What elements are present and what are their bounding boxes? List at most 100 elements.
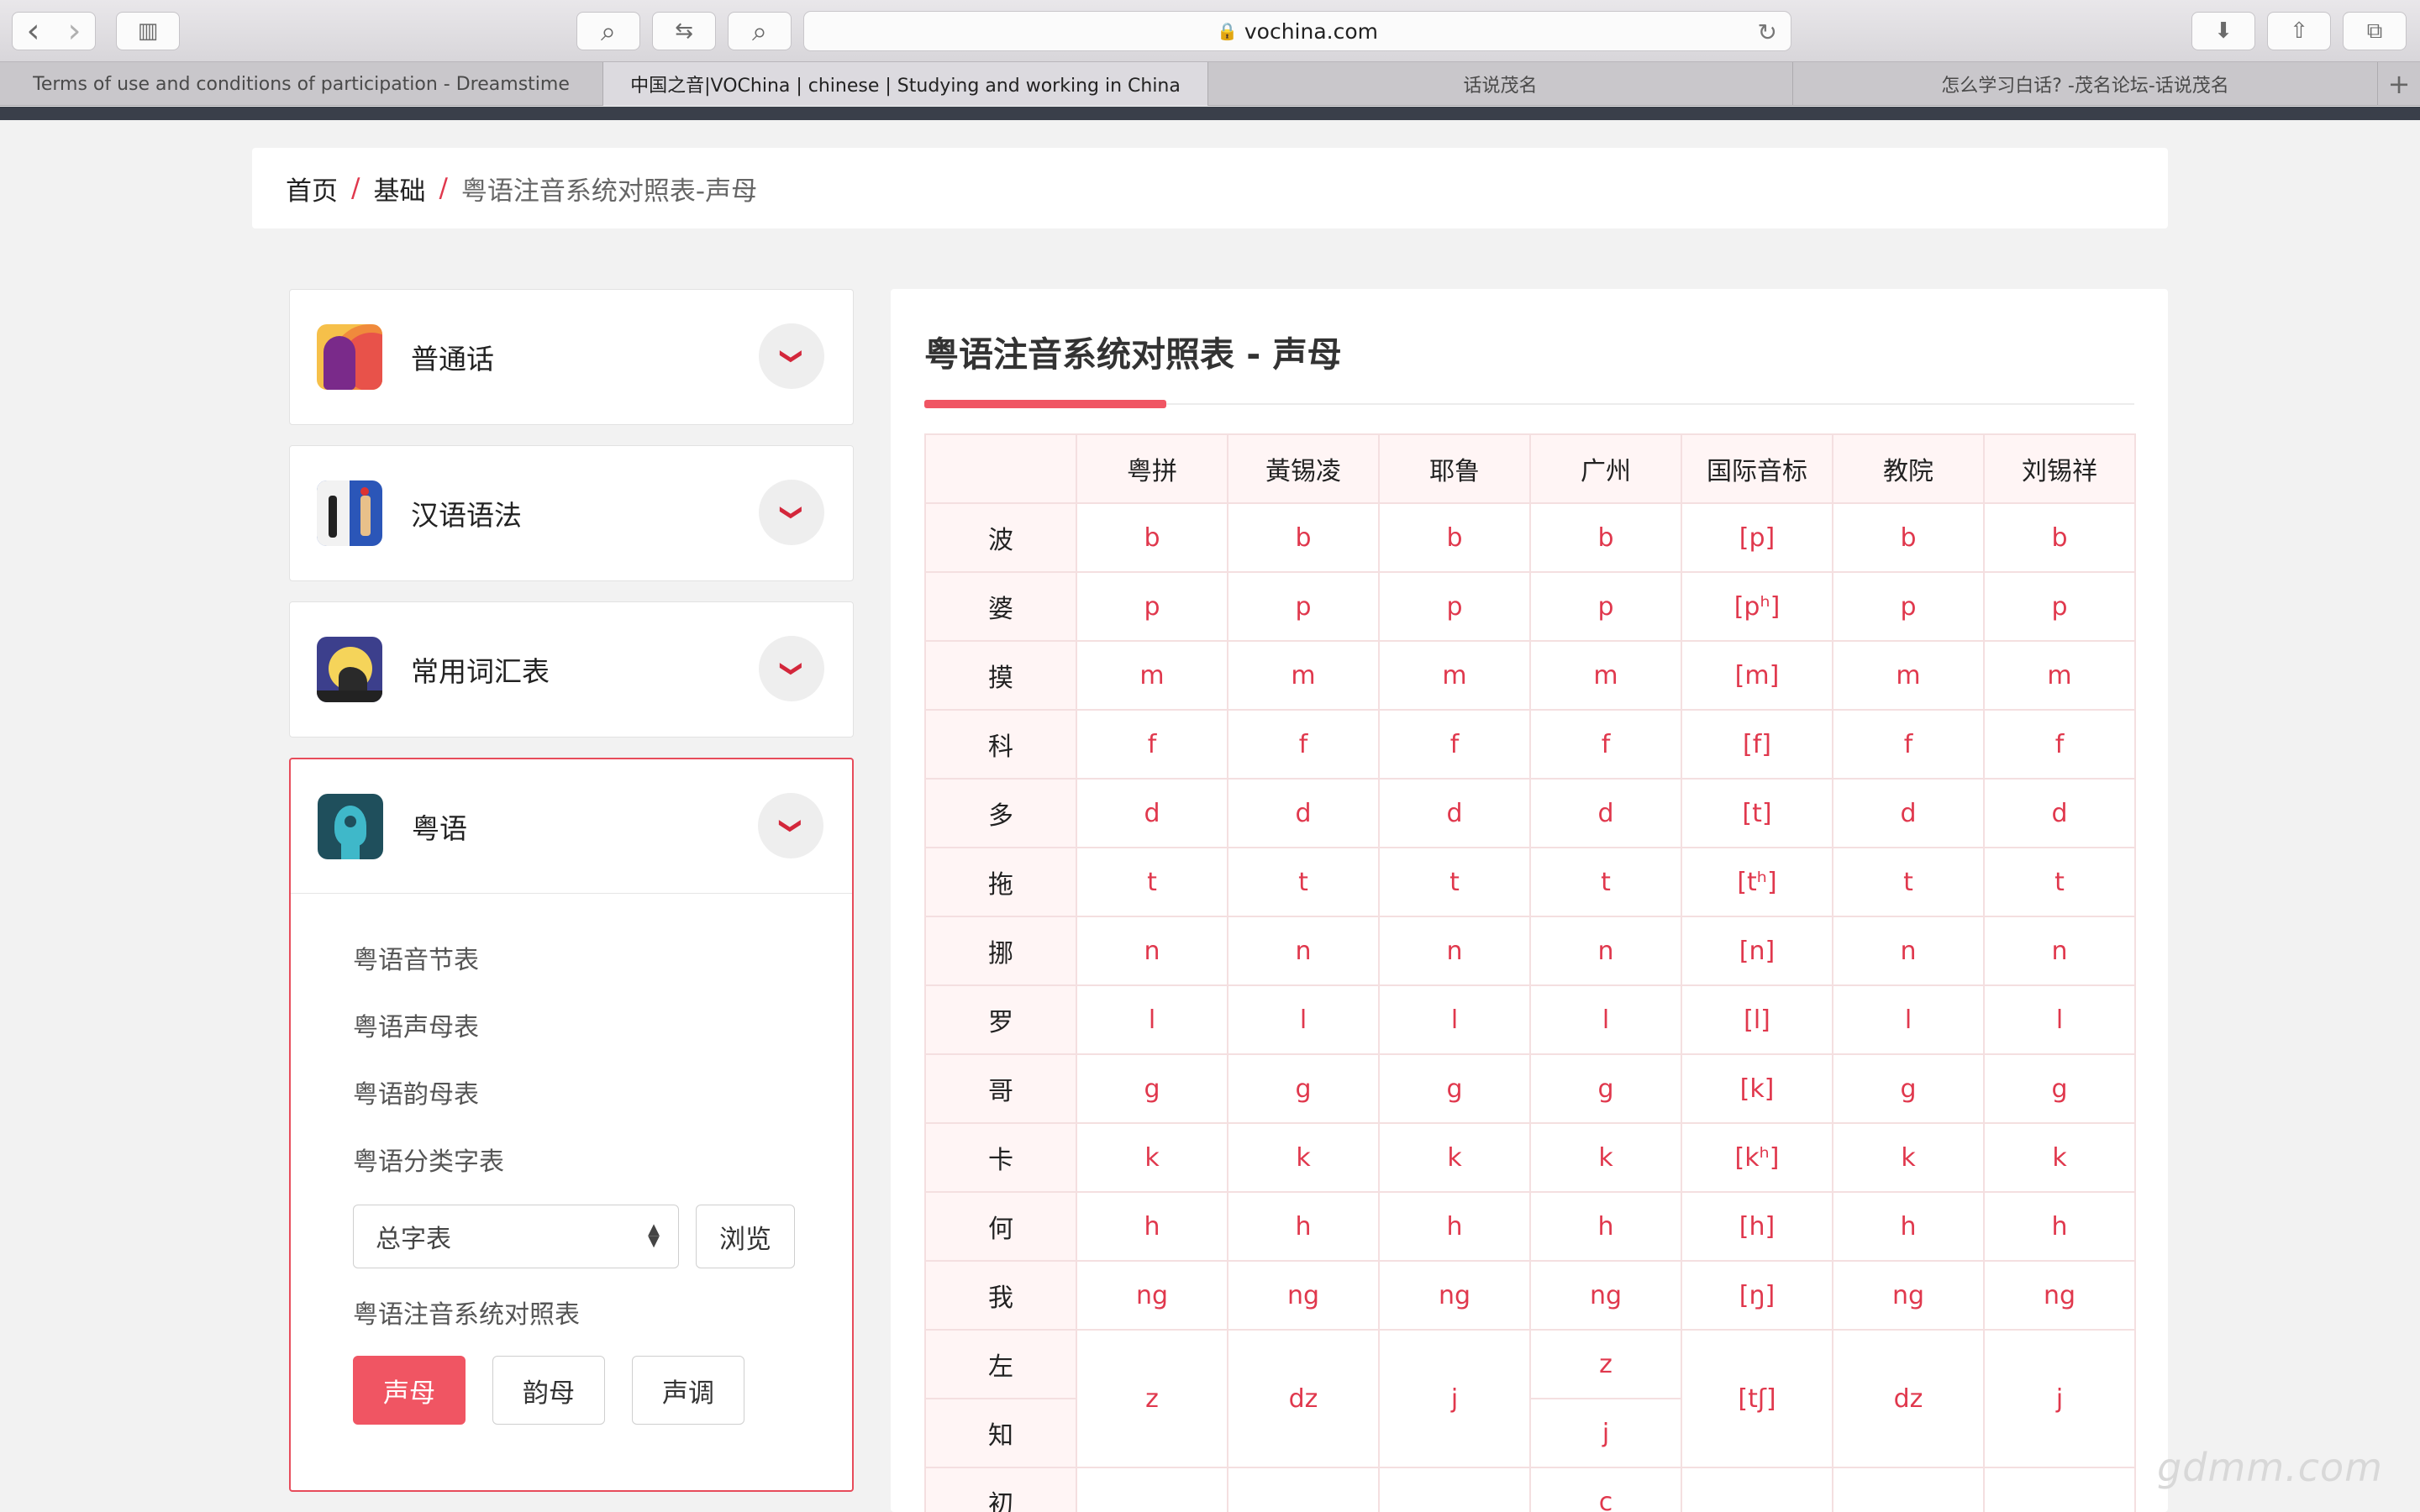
table-cell: t	[1832, 847, 1985, 917]
forward-icon[interactable]: ›	[54, 12, 95, 50]
link-system-comparison[interactable]: 粤语注音系统对照表	[353, 1282, 852, 1349]
table-cell: p	[1227, 571, 1380, 642]
row-char: 婆	[924, 571, 1077, 642]
row-char: 拖	[924, 847, 1077, 917]
table-row: 何 h h h h [h] h h	[924, 1191, 2136, 1262]
table-cell: [ŋ]	[1681, 1260, 1833, 1331]
header-cell: 教院	[1832, 433, 1985, 504]
table-cell: [l]	[1681, 984, 1833, 1055]
table-cell: l	[1529, 984, 1682, 1055]
initials-button[interactable]: 声母	[353, 1356, 466, 1425]
table-cell: h	[1529, 1191, 1682, 1262]
back-icon[interactable]: ‹	[13, 12, 54, 50]
table-cell: l	[1076, 984, 1228, 1055]
tab-forum[interactable]: 怎么学习白话? -茂名论坛-话说茂名	[1793, 62, 2378, 106]
swap-button[interactable]: ⇆	[652, 12, 716, 50]
mandarin-icon	[317, 324, 382, 390]
link-finals-table[interactable]: 粤语韵母表	[353, 1062, 852, 1129]
row-char: 罗	[924, 984, 1077, 1055]
table-cell: f	[1529, 709, 1682, 780]
table-row: 左 z dz j z [tʃ] dz j	[924, 1329, 2136, 1468]
table-cell: h	[1378, 1191, 1531, 1262]
tabs-overview-button[interactable]: ⧉	[2343, 12, 2407, 50]
link-category-table[interactable]: 粤语分类字表	[353, 1129, 852, 1196]
table-cell: ng	[1227, 1260, 1380, 1331]
table-cell: f	[1378, 709, 1531, 780]
table-cell: dz	[1227, 1329, 1380, 1468]
table-cell: h	[1227, 1191, 1380, 1262]
table-cell: l	[1227, 984, 1380, 1055]
table-cell: g	[1378, 1053, 1531, 1124]
search-button[interactable]: ⌕	[576, 12, 640, 50]
table-cell	[1227, 1467, 1380, 1512]
browse-button[interactable]: 浏览	[696, 1205, 795, 1268]
table-cell: t	[1227, 847, 1380, 917]
table-cell: t	[1378, 847, 1531, 917]
header-cell: 耶鲁	[1378, 433, 1531, 504]
breadcrumb-separator: /	[351, 173, 360, 203]
card-mandarin[interactable]: 普通话 ❯	[289, 289, 854, 425]
table-cell: g	[1529, 1053, 1682, 1124]
table-cell: [k]	[1681, 1053, 1833, 1124]
table-cell: c	[1529, 1467, 1682, 1512]
breadcrumb: 首页 / 基础 / 粤语注音系统对照表-声母	[252, 148, 2168, 228]
row-char: 我	[924, 1260, 1077, 1331]
chevron-down-icon[interactable]: ❯	[759, 480, 824, 545]
tab-huashuo-maoming[interactable]: 话说茂名	[1208, 62, 1793, 106]
table-cell	[1832, 1467, 1985, 1512]
sidebar-toggle-button[interactable]: ▥	[116, 12, 180, 50]
table-cell	[1378, 1467, 1531, 1512]
finals-button[interactable]: 韵母	[492, 1356, 605, 1425]
address-bar[interactable]: 🔒 vochina.com ↻	[803, 11, 1791, 51]
main-content: 粤语注音系统对照表 - 声母 粤拼 黃锡凌 耶鲁 广州 国际音标 教院 刘锡祥 …	[891, 289, 2168, 1512]
downloads-button[interactable]: ⬇	[2191, 12, 2255, 50]
card-grammar[interactable]: 汉语语法 ❯	[289, 445, 854, 581]
header-cell: 广州	[1529, 433, 1682, 504]
header-cell: 粤拼	[1076, 433, 1228, 504]
page-title: 粤语注音系统对照表 - 声母	[924, 334, 1342, 375]
browser-toolbar: ‹ › ▥ ⌕ ⇆ ⌕ 🔒 vochina.com ↻ ⬇ ⇧ ⧉	[0, 0, 2420, 62]
tab-bar: Terms of use and conditions of participa…	[0, 62, 2420, 106]
table-cell: f	[1227, 709, 1380, 780]
row-char: 挪	[924, 916, 1077, 986]
link-initials-table[interactable]: 粤语声母表	[353, 995, 852, 1062]
card-cantonese[interactable]: 粤语 ❯ 粤语音节表 粤语声母表 粤语韵母表 粤语分类字表 总字表 ▲ ▼ 浏览 …	[289, 758, 854, 1492]
row-char: 何	[924, 1191, 1077, 1262]
table-cell: l	[1378, 984, 1531, 1055]
chevron-down-icon[interactable]: ❯	[759, 636, 824, 701]
table-cell: g	[1076, 1053, 1228, 1124]
table-cell: m	[1529, 640, 1682, 711]
row-char: 卡	[924, 1122, 1077, 1193]
breadcrumb-home[interactable]: 首页	[286, 170, 338, 207]
tab-vochina[interactable]: 中国之音|VOChina | chinese | Studying and wo…	[603, 62, 1208, 106]
tones-button[interactable]: 声调	[632, 1356, 744, 1425]
table-cell: [kʰ]	[1681, 1122, 1833, 1193]
table-cell: ng	[1983, 1260, 2136, 1331]
character-table-select[interactable]: 总字表 ▲ ▼	[353, 1205, 679, 1268]
back-forward-buttons[interactable]: ‹ ›	[12, 12, 96, 50]
table-cell: z	[1076, 1329, 1228, 1468]
find-button[interactable]: ⌕	[728, 12, 792, 50]
new-tab-button[interactable]: +	[2378, 62, 2420, 106]
table-cell: f	[1983, 709, 2136, 780]
chevron-down-icon[interactable]: ❯	[759, 323, 824, 389]
share-button[interactable]: ⇧	[2267, 12, 2331, 50]
sidebar-icon: ▥	[137, 18, 159, 44]
link-syllable-table[interactable]: 粤语音节表	[353, 927, 852, 995]
table-cell: h	[1832, 1191, 1985, 1262]
reload-icon[interactable]: ↻	[1758, 18, 1777, 46]
table-cell: g	[1983, 1053, 2136, 1124]
table-cell: m	[1227, 640, 1380, 711]
chevron-down-icon[interactable]: ❯	[758, 793, 823, 858]
table-cell: p	[1378, 571, 1531, 642]
table-cell: k	[1227, 1122, 1380, 1193]
table-row: 摸 m m m m [m] m m	[924, 640, 2136, 711]
breadcrumb-basics[interactable]: 基础	[373, 170, 425, 207]
card-vocabulary[interactable]: 常用词汇表 ❯	[289, 601, 854, 738]
row-char: 知	[924, 1398, 1077, 1468]
table-cell: l	[1832, 984, 1985, 1055]
row-char: 左	[924, 1329, 1077, 1399]
breadcrumb-separator: /	[439, 173, 448, 203]
table-cell: t	[1076, 847, 1228, 917]
tab-dreamstime[interactable]: Terms of use and conditions of participa…	[0, 62, 603, 106]
